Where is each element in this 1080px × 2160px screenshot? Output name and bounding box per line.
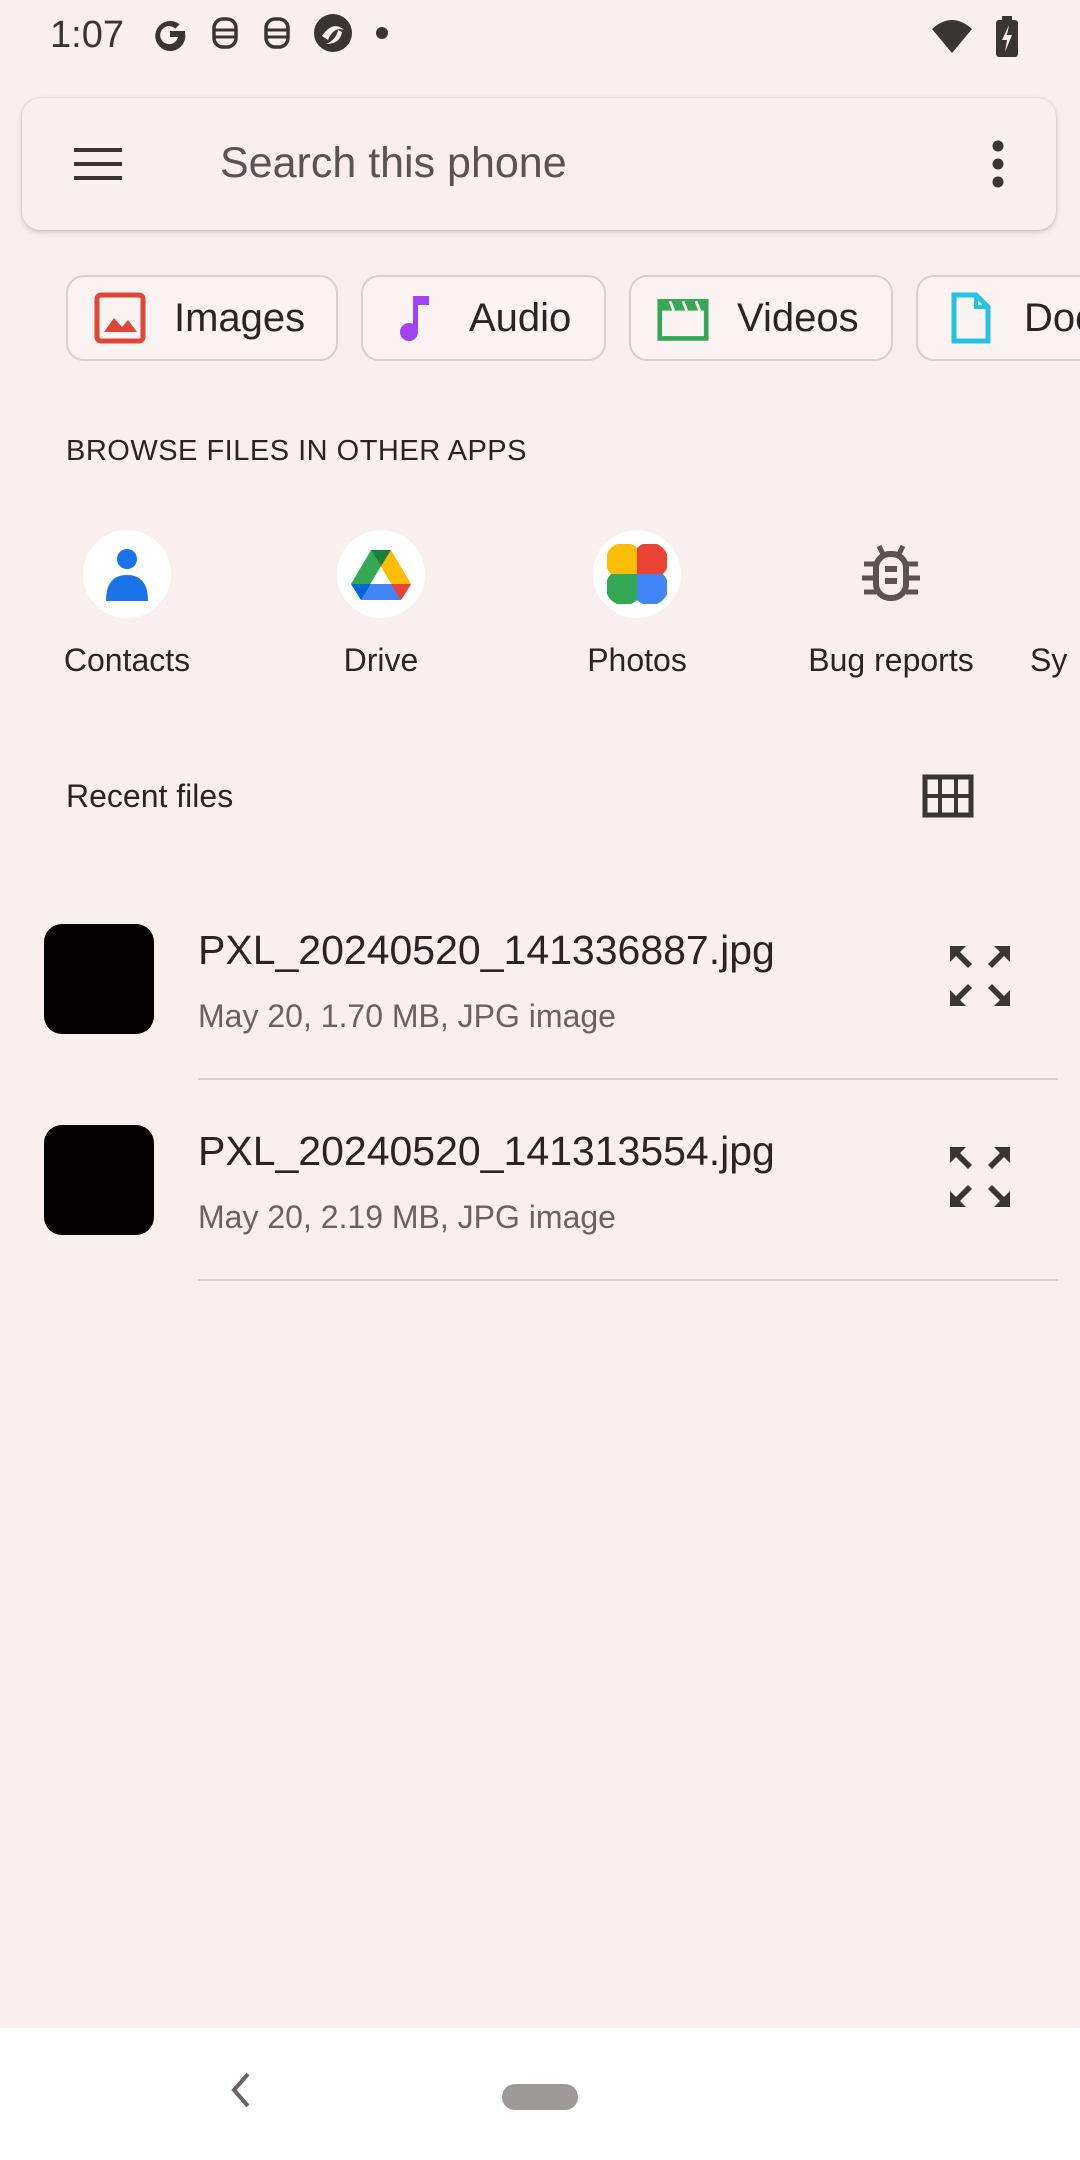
browse-apps: Contacts Drive Photos Bug reports Sy (0, 530, 1080, 710)
app-photos[interactable]: Photos (517, 530, 757, 679)
section-title: BROWSE FILES IN OTHER APPS (66, 435, 527, 467)
file-row[interactable]: PXL_20240520_141313554.jpg May 20, 2.19 … (0, 1101, 1080, 1301)
file-meta: May 20, 2.19 MB, JPG image (198, 1199, 616, 1235)
music-note-icon (389, 292, 441, 344)
image-icon (94, 292, 146, 344)
status-icons-left (150, 12, 392, 59)
grid-view-icon[interactable] (922, 774, 974, 823)
app-label: Sy (1030, 642, 1068, 678)
expand-icon[interactable] (946, 1143, 1014, 1216)
chip-label: Images (174, 295, 306, 340)
menu-icon[interactable] (72, 138, 124, 195)
chip-images[interactable]: Images (66, 275, 338, 361)
file-meta: May 20, 1.70 MB, JPG image (198, 998, 616, 1034)
file-name: PXL_20240520_141313554.jpg (198, 1128, 775, 1174)
divider (198, 1078, 1058, 1080)
status-icons-right (930, 16, 1020, 63)
search-input[interactable]: Search this phone (220, 139, 567, 188)
app-label: Bug reports (808, 642, 974, 678)
document-icon (944, 292, 996, 344)
expand-icon[interactable] (946, 942, 1014, 1015)
chip-audio[interactable]: Audio (361, 275, 606, 361)
category-chips: Images Audio Videos Doc (66, 275, 1080, 365)
file-name: PXL_20240520_141336887.jpg (198, 927, 775, 973)
app-label: Photos (587, 642, 687, 678)
chip-documents[interactable]: Doc (916, 275, 1080, 361)
dot-icon (372, 23, 392, 48)
app-icon (312, 12, 354, 59)
status-time: 1:07 (50, 14, 124, 56)
chip-videos[interactable]: Videos (629, 275, 893, 361)
chip-label: Doc (1024, 295, 1080, 340)
chip-label: Audio (469, 295, 572, 340)
notification-icon (260, 13, 294, 58)
file-thumbnail (44, 1125, 154, 1235)
chip-label: Videos (737, 295, 859, 340)
drive-icon (337, 530, 425, 618)
search-bar[interactable]: Search this phone (22, 98, 1056, 230)
contacts-icon (83, 530, 171, 618)
more-options-icon[interactable] (990, 138, 1006, 195)
file-thumbnail (44, 924, 154, 1034)
status-bar: 1:07 (0, 0, 1080, 80)
google-icon (150, 13, 190, 58)
app-system[interactable]: Sy (1030, 530, 1080, 679)
video-clapper-icon (657, 292, 709, 344)
battery-charging-icon (994, 16, 1020, 63)
app-bug-reports[interactable]: Bug reports (771, 530, 1011, 679)
file-row[interactable]: PXL_20240520_141336887.jpg May 20, 1.70 … (0, 900, 1080, 1100)
home-handle[interactable] (502, 2084, 578, 2110)
navigation-bar (0, 2028, 1080, 2160)
wifi-icon (930, 17, 974, 62)
app-drive[interactable]: Drive (261, 530, 501, 679)
app-label: Contacts (63, 642, 191, 678)
app-label: Drive (343, 642, 419, 678)
notification-icon (208, 13, 242, 58)
recent-files-title: Recent files (66, 778, 234, 814)
photos-icon (593, 530, 681, 618)
divider (198, 1279, 1058, 1281)
system-icon (1030, 530, 1080, 618)
back-icon[interactable] (222, 2068, 258, 2117)
app-contacts[interactable]: Contacts (7, 530, 247, 679)
bug-icon (847, 530, 935, 618)
